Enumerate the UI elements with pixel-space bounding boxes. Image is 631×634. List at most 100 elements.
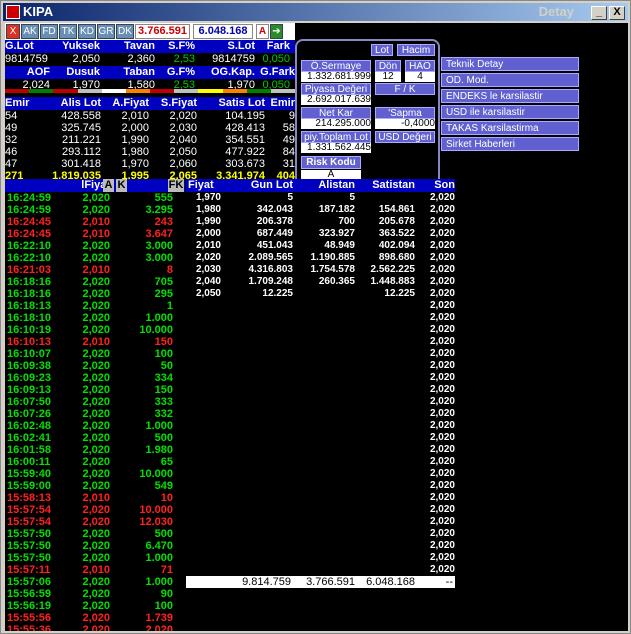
sell-filter-button[interactable]: K	[116, 179, 127, 192]
depth-cell: 260.365	[318, 276, 355, 287]
menu-item[interactable]: TAKAS Karsilastirma	[441, 121, 579, 135]
depth-row: 2,020	[186, 324, 455, 336]
trade-price: 2,010	[82, 492, 110, 504]
depth-cell: 2,020	[429, 276, 455, 287]
order-cell: 303.673	[225, 158, 265, 170]
minimize-button[interactable]: _	[591, 6, 607, 20]
depth-cell: 205.678	[378, 216, 415, 227]
depth-cell: 2,020	[429, 192, 455, 203]
toolbar-dk[interactable]: DK	[116, 24, 134, 39]
trade-time: 16:18:13	[7, 300, 52, 312]
trade-price: 2,020	[82, 396, 110, 408]
order-cell: 104.195	[225, 110, 265, 122]
trade-time: 16:18:10	[7, 312, 52, 324]
hdr-satistan: Satistan	[372, 179, 415, 191]
trade-lot: 2,020	[145, 624, 173, 631]
trade-price: 2,020	[82, 312, 110, 324]
depth-cell: 2,020	[429, 216, 455, 227]
trade-lot: 10.000	[139, 324, 173, 336]
depth-cell: 5	[349, 192, 355, 203]
trade-time: 15:59:00	[7, 480, 52, 492]
trade-row: 16:21:03 2,010 8	[5, 264, 185, 276]
trade-price: 2,020	[82, 516, 110, 528]
hdr-ogkap: OG.Kap.	[210, 66, 255, 78]
window-title: KIPA	[23, 4, 54, 19]
trade-lot: 100	[154, 600, 173, 612]
trade-lot: 333	[154, 396, 173, 408]
order-cell: 2,040	[169, 134, 197, 146]
hacim-button[interactable]: Hacim	[397, 44, 435, 56]
order-cell: 428.413	[225, 122, 265, 134]
arrow-right-icon[interactable]: ➔	[270, 24, 283, 39]
depth-cell: 2,010	[195, 240, 221, 251]
hdr-gun-lot: Gun Lot	[250, 179, 293, 191]
depth-son-cell: 2,020	[429, 312, 455, 323]
menu-item[interactable]: USD ile karsilastir	[441, 105, 579, 119]
toolbar-fd[interactable]: FD	[40, 24, 58, 39]
trade-lot: 1.000	[145, 552, 173, 564]
title-bar[interactable]: KIPA Detay _ X	[3, 3, 628, 21]
trade-time: 16:24:59	[7, 192, 52, 204]
alert-a-button[interactable]: A	[256, 24, 269, 39]
menu-item[interactable]: Sirket Haberleri	[441, 137, 579, 151]
depth-row: 2,010 451.043 48.949 402.094 2,020	[186, 240, 455, 252]
depth-cell: 1.190.885	[310, 252, 356, 263]
trade-lot: 3.295	[145, 204, 173, 216]
trade-time: 15:58:13	[7, 492, 52, 504]
menu-item[interactable]: ENDEKS le karsilastir	[441, 89, 579, 103]
order-cell: 2,000	[121, 122, 149, 134]
menu-item[interactable]: Teknik Detay	[441, 57, 579, 71]
trade-row: 16:24:59 2,020 555	[5, 192, 185, 204]
toolbar-gr[interactable]: GR	[97, 24, 115, 39]
trade-price: 2,020	[82, 432, 110, 444]
menu-item[interactable]: OD. Mod.	[441, 73, 579, 87]
trade-lot: 71	[160, 564, 173, 576]
buy-filter-button[interactable]: A	[103, 179, 114, 192]
depth-son-cell: 2,020	[429, 528, 455, 539]
trade-time: 16:07:26	[7, 408, 52, 420]
trade-price: 2,020	[82, 324, 110, 336]
trade-time: 16:02:41	[7, 432, 52, 444]
toolbar-tk[interactable]: TK	[59, 24, 77, 39]
detail-title: Detay	[538, 4, 574, 19]
depth-son-cell: 2,020	[429, 540, 455, 551]
depth-cell: 12.225	[262, 288, 293, 299]
order-cell: 46	[5, 146, 18, 158]
trade-price: 2,020	[82, 600, 110, 612]
depth-cell: 2,020	[429, 228, 455, 239]
lot-button[interactable]: Lot	[371, 44, 393, 56]
depth-row: 2,020	[186, 492, 455, 504]
trade-time: 16:09:13	[7, 384, 52, 396]
order-cell: 47	[5, 158, 18, 170]
depth-cell: 451.043	[256, 240, 293, 251]
trade-time: 16:18:16	[7, 288, 52, 300]
depth-row: 2,020	[186, 408, 455, 420]
toolbar-close-x[interactable]: X	[6, 24, 20, 39]
depth-row: 2,020	[186, 312, 455, 324]
depth-cell: 2,040	[195, 276, 221, 287]
hdr-son: Son	[434, 179, 455, 191]
trade-time: 16:10:13	[7, 336, 52, 348]
trade-lot: 332	[154, 408, 173, 420]
usd-value-button[interactable]: USD Değeri	[375, 131, 435, 143]
close-button[interactable]: X	[609, 6, 625, 20]
toolbar-kd[interactable]: KD	[78, 24, 96, 39]
toolbar-ak[interactable]: AK	[21, 24, 39, 39]
trade-row: 16:10:07 2,020 100	[5, 348, 185, 360]
depth-cell: 5	[287, 192, 293, 203]
trade-time: 16:22:10	[7, 240, 52, 252]
depth-row: 2,020	[186, 504, 455, 516]
trade-price: 2,010	[82, 216, 110, 228]
fk-filter-button[interactable]: FK	[168, 179, 184, 192]
trade-price: 2,020	[82, 384, 110, 396]
hdr-sf: S.F%	[168, 40, 195, 52]
trade-time: 16:07:50	[7, 396, 52, 408]
hdr-glot: G.Lot	[5, 40, 34, 52]
trade-time: 15:57:50	[7, 528, 52, 540]
risk-kodu-label: Risk Kodu	[301, 156, 361, 169]
trade-price: 2,020	[82, 540, 110, 552]
trade-time: 16:00:11	[7, 456, 51, 468]
hdr-emir-buy: Emir	[5, 97, 30, 109]
trade-time: 16:01:58	[7, 444, 52, 456]
hdr-dusuk: Dusuk	[66, 66, 100, 78]
